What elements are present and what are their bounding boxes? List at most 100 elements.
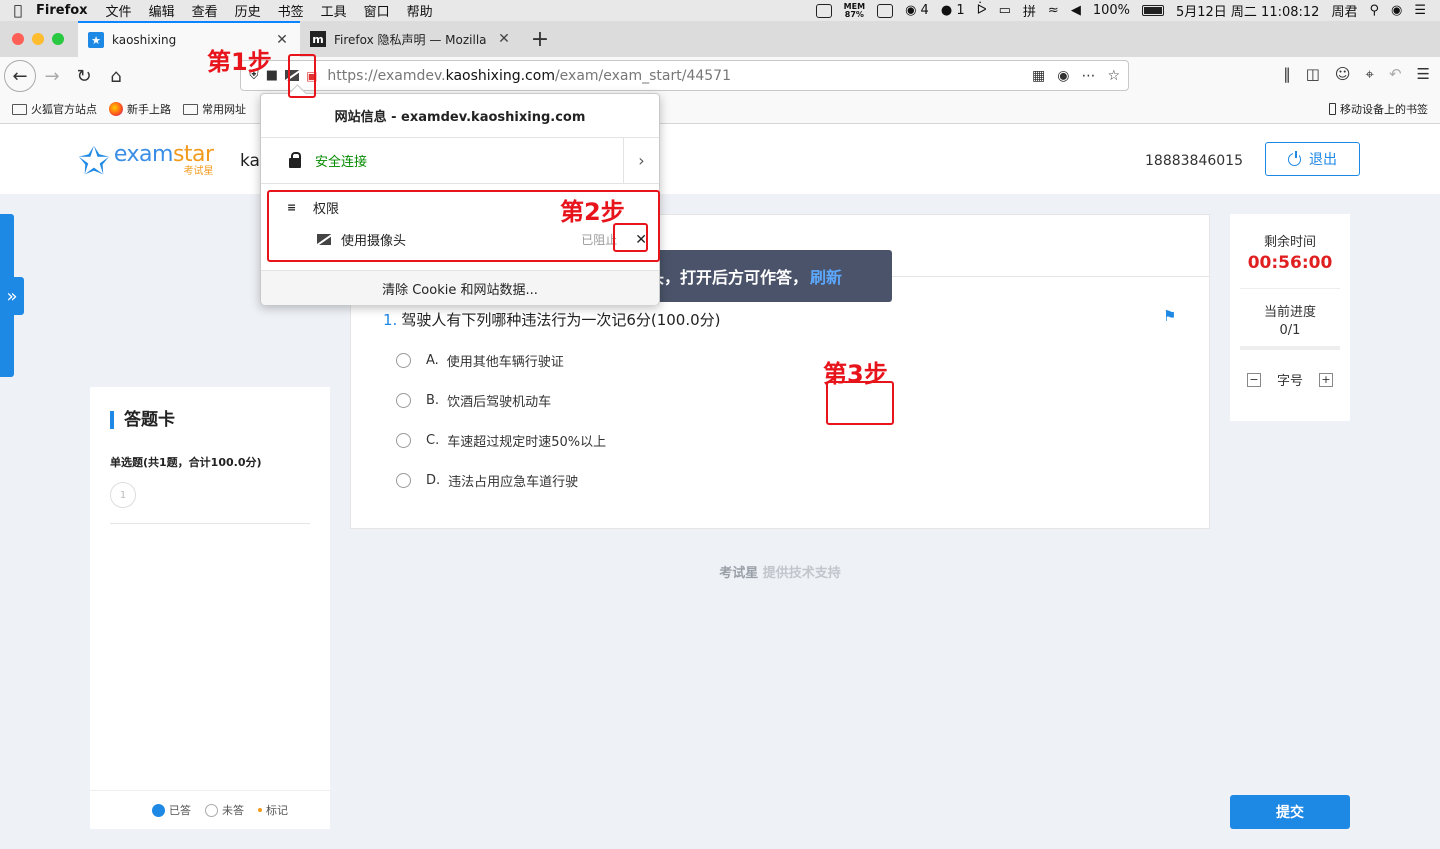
option-b[interactable]: B. 饮酒后驾驶机动车 — [396, 391, 551, 410]
option-c[interactable]: C. 车速超过规定时速50%以上 — [396, 431, 606, 450]
menu-bookmarks[interactable]: 书签 — [278, 1, 304, 20]
option-d[interactable]: D. 违法占用应急车道行驶 — [396, 471, 578, 490]
menu-file[interactable]: 文件 — [106, 1, 132, 20]
logo-text: examstar — [114, 144, 214, 166]
battery-icon[interactable] — [1141, 5, 1164, 16]
option-a[interactable]: A. 使用其他车辆行驶证 — [396, 351, 564, 370]
expand-double-chevron-icon[interactable]: » — [0, 277, 24, 315]
user-name[interactable]: 周君 — [1331, 1, 1357, 20]
reload-button[interactable]: ↻ — [68, 60, 100, 92]
notification-count[interactable]: ◉ 4 — [905, 3, 929, 18]
remaining-time: 00:56:00 — [1247, 253, 1333, 273]
sidebar-icon[interactable]: ◫ — [1306, 65, 1320, 83]
url-bar[interactable]: ⛨ ■ ▣ https://examdev.kaoshixing.com/exa… — [240, 60, 1129, 91]
question-number-button[interactable]: 1 — [110, 482, 136, 508]
step1-highlight-box — [288, 54, 316, 98]
clock[interactable]: 5月12日 周二 11:08:12 — [1176, 1, 1319, 20]
qr-code-icon[interactable]: ▦ — [1032, 68, 1045, 84]
divider — [1240, 288, 1340, 289]
logout-button[interactable]: 退出 — [1265, 142, 1360, 176]
step2-permissions-box — [267, 190, 660, 262]
menu-app-name[interactable]: Firefox — [36, 3, 88, 18]
hamburger-menu-icon[interactable]: ☰ — [1417, 65, 1430, 83]
notification-center-icon[interactable]: ☰ — [1414, 3, 1426, 18]
volume-icon[interactable]: ◀ — [1071, 3, 1081, 18]
wechat-count[interactable]: ● 1 — [941, 3, 965, 18]
bookmark-getting-started[interactable]: 新手上路 — [109, 101, 171, 117]
menu-help[interactable]: 帮助 — [407, 1, 433, 20]
question-title: 1. 驾驶人有下列哪种违法行为一次记6分(100.0分) — [383, 309, 721, 330]
siri-icon[interactable]: ◉ — [1391, 3, 1402, 18]
clear-cookies-button[interactable]: 清除 Cookie 和网站数据... — [261, 270, 659, 305]
menu-edit[interactable]: 编辑 — [149, 1, 175, 20]
screenshot-icon[interactable]: ⌖ — [1366, 65, 1374, 83]
answer-card-title: 答题卡 — [110, 411, 175, 429]
radio-button[interactable] — [396, 473, 411, 488]
back-button[interactable]: ← — [4, 60, 36, 92]
secure-connection-row[interactable]: 安全连接 › — [261, 137, 659, 184]
notification-count-value: 4 — [920, 3, 929, 18]
submit-button[interactable]: 提交 — [1230, 795, 1350, 829]
bluetooth-icon[interactable]: ᐆ — [977, 3, 987, 18]
apple-icon[interactable]:  — [0, 3, 36, 19]
menu-window[interactable]: 窗口 — [364, 1, 390, 20]
answer-card-section: 单选题(共1题，合计100.0分) — [110, 456, 262, 469]
radio-button[interactable] — [396, 353, 411, 368]
new-tab-button[interactable]: + — [522, 21, 558, 57]
refresh-link[interactable]: 刷新 — [810, 264, 842, 288]
close-tab-icon[interactable]: ✕ — [274, 32, 290, 48]
bookmark-mobile[interactable]: 移动设备上的书签 — [1329, 101, 1428, 117]
memory-monitor-icon[interactable] — [815, 3, 832, 18]
lightbulb-icon[interactable]: ◉ — [1057, 68, 1069, 84]
zoom-window-button[interactable] — [52, 33, 64, 45]
secure-connection-label: 安全连接 — [315, 155, 368, 170]
battery-percent: 100% — [1092, 3, 1130, 18]
site-header: ✩ examstar 考试星 ka 18883846015 退出 — [0, 124, 1440, 194]
chevron-right-icon[interactable]: › — [623, 137, 659, 184]
option-text: 违法占用应急车道行驶 — [448, 475, 579, 490]
bookmark-label: 新手上路 — [127, 103, 171, 116]
option-text: 车速超过规定时速50%以上 — [447, 435, 607, 450]
bookmark-star-icon[interactable]: ☆ — [1107, 68, 1120, 84]
credit-suffix: 提供技术支持 — [758, 566, 841, 581]
account-icon[interactable]: ☺ — [1335, 65, 1351, 83]
spotlight-icon[interactable]: ⚲ — [1369, 3, 1379, 18]
option-label: D. — [426, 473, 441, 488]
tab-firefox-privacy[interactable]: m Firefox 隐私声明 — Mozilla ✕ — [300, 21, 522, 57]
progress-label: 当前进度 — [1263, 305, 1316, 320]
font-increase-button[interactable]: + — [1319, 372, 1333, 387]
close-window-button[interactable] — [12, 33, 24, 45]
page-actions-icon[interactable]: ⋯ — [1081, 68, 1095, 84]
wifi-icon[interactable]: ≈ — [1048, 3, 1059, 18]
menu-history[interactable]: 历史 — [235, 1, 261, 20]
forward-button[interactable]: → — [36, 60, 68, 92]
menu-view[interactable]: 查看 — [192, 1, 218, 20]
bookmark-firefox-official[interactable]: 火狐官方站点 — [12, 101, 97, 117]
font-decrease-button[interactable]: − — [1246, 372, 1261, 387]
library-icon[interactable]: ‖ — [1283, 65, 1291, 83]
url-text[interactable]: https://examdev.kaoshixing.com/exam/exam… — [327, 68, 731, 84]
wps-icon[interactable] — [877, 3, 894, 18]
url-domain: kaoshixing.com — [445, 67, 555, 84]
unanswered-dot-icon — [205, 803, 218, 817]
examstar-logo[interactable]: ✩ examstar 考试星 — [78, 142, 214, 180]
url-path: /exam/exam_start/44571 — [554, 67, 732, 84]
bookmark-common-sites[interactable]: 常用网址 — [183, 101, 246, 117]
radio-button[interactable] — [396, 393, 411, 408]
airplay-icon[interactable]: ▭ — [999, 3, 1011, 18]
mark-flag-icon[interactable]: ⚑ — [1163, 307, 1176, 325]
close-tab-icon[interactable]: ✕ — [496, 31, 512, 47]
step1-annotation: 第1步 — [207, 48, 272, 76]
legend-marked: 标记 — [258, 802, 288, 818]
bookmarks-toolbar: 火狐官方站点 新手上路 常用网址 移动设备上的书签 — [0, 95, 1440, 124]
logo-cn: 考试星 — [183, 166, 214, 177]
option-text: 使用其他车辆行驶证 — [446, 355, 564, 370]
menu-tools[interactable]: 工具 — [321, 1, 347, 20]
undo-icon[interactable]: ↶ — [1389, 65, 1402, 83]
radio-button[interactable] — [396, 433, 411, 448]
home-button[interactable]: ⌂ — [100, 60, 132, 92]
legend-answered: 已答 — [152, 802, 191, 818]
input-method-icon[interactable]: 拼 — [1023, 1, 1036, 20]
answer-legend: 已答 未答 标记 — [90, 790, 330, 829]
minimize-window-button[interactable] — [32, 33, 44, 45]
